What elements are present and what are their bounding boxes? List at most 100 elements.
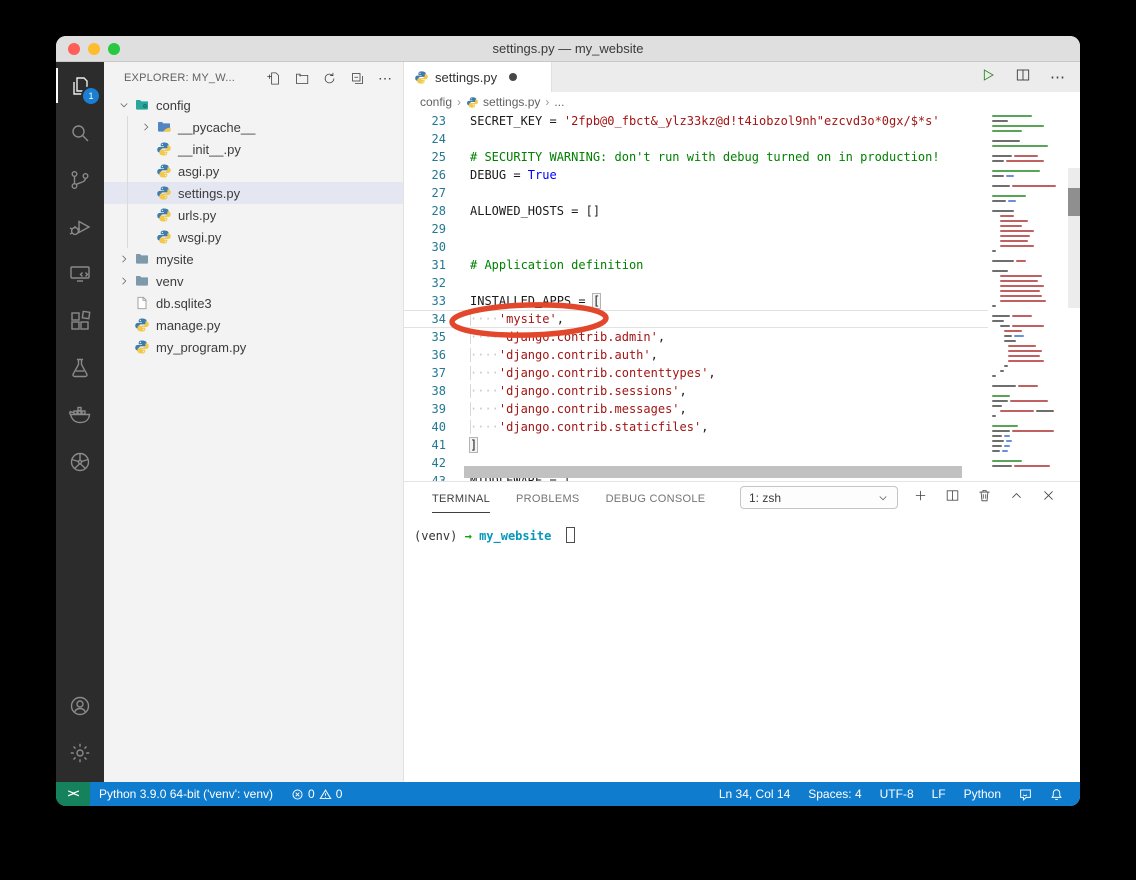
code-line-26[interactable]: 26DEBUG = True xyxy=(404,166,1080,184)
line-content: DEBUG = True xyxy=(470,168,557,182)
line-number: 24 xyxy=(404,130,470,148)
code-line-25[interactable]: 25# SECURITY WARNING: don't run with deb… xyxy=(404,148,1080,166)
tree-item-db-sqlite3[interactable]: db.sqlite3 xyxy=(104,292,403,314)
breadcrumb-separator: › xyxy=(545,95,549,109)
tree-item--init-py[interactable]: __init__.py xyxy=(104,138,403,160)
feedback-button[interactable] xyxy=(1010,788,1041,801)
extensions-icon xyxy=(68,309,92,333)
line-number: 33 xyxy=(404,292,470,310)
code-line-24[interactable]: 24 xyxy=(404,130,1080,148)
code-editor[interactable]: 23SECRET_KEY = '2fpb@0_fbct&_ylz33kz@d!t… xyxy=(404,112,1080,481)
terminal-shell-select[interactable]: 1: zsh xyxy=(740,486,898,509)
tree-item-mysite[interactable]: mysite xyxy=(104,248,403,270)
python-interpreter-status[interactable]: Python 3.9.0 64-bit ('venv': venv) xyxy=(90,787,282,801)
split-terminal-button[interactable] xyxy=(945,488,960,508)
line-content: # Application definition xyxy=(470,258,643,272)
tree-item-venv[interactable]: venv xyxy=(104,270,403,292)
status-spaces[interactable]: Spaces: 4 xyxy=(799,787,870,801)
code-line-27[interactable]: 27 xyxy=(404,184,1080,202)
breadcrumb-item[interactable]: ... xyxy=(554,95,564,109)
activity-manage[interactable] xyxy=(56,729,104,776)
activity-search[interactable] xyxy=(56,109,104,156)
explorer-more-actions-icon[interactable]: ⋯ xyxy=(378,73,393,83)
refresh-explorer-icon[interactable] xyxy=(322,71,337,86)
activity-account[interactable] xyxy=(56,682,104,729)
terminal-prompt[interactable]: (venv) → my_website xyxy=(414,527,1080,543)
minimap[interactable] xyxy=(988,112,1068,481)
panel-tab-problems[interactable]: PROBLEMS xyxy=(516,484,580,513)
run-python-file-button[interactable] xyxy=(980,67,996,88)
scrollbar-thumb[interactable] xyxy=(1068,188,1080,216)
tree-item-label: my_program.py xyxy=(156,340,246,355)
code-line-28[interactable]: 28ALLOWED_HOSTS = [] xyxy=(404,202,1080,220)
zoom-window-button[interactable] xyxy=(108,43,120,55)
breadcrumb-item[interactable]: config xyxy=(420,95,452,109)
collapse-folders-icon[interactable] xyxy=(350,71,365,86)
close-window-button[interactable] xyxy=(68,43,80,55)
activity-extensions[interactable] xyxy=(56,297,104,344)
activity-testing[interactable] xyxy=(56,344,104,391)
status-lf[interactable]: LF xyxy=(923,787,955,801)
tree-item-config[interactable]: config xyxy=(104,94,403,116)
python-icon xyxy=(156,229,172,245)
code-line-35[interactable]: 35····'django.contrib.admin', xyxy=(404,328,1080,346)
panel-tab-terminal[interactable]: TERMINAL xyxy=(432,484,490,513)
minimize-window-button[interactable] xyxy=(88,43,100,55)
tree-item-label: __init__.py xyxy=(178,142,241,157)
code-line-39[interactable]: 39····'django.contrib.messages', xyxy=(404,400,1080,418)
status-python[interactable]: Python xyxy=(955,787,1010,801)
activity-remote-explorer[interactable] xyxy=(56,250,104,297)
close-panel-button[interactable] xyxy=(1041,488,1056,508)
code-line-32[interactable]: 32 xyxy=(404,274,1080,292)
modified-dot-icon[interactable] xyxy=(509,73,517,81)
vertical-scrollbar[interactable] xyxy=(1068,112,1080,481)
folder-icon xyxy=(134,251,150,267)
chevron-spacer xyxy=(116,295,132,311)
breadcrumb-item[interactable]: settings.py xyxy=(466,95,540,109)
tree-item-manage-py[interactable]: manage.py xyxy=(104,314,403,336)
line-number: 23 xyxy=(404,112,470,130)
activity-docker[interactable] xyxy=(56,391,104,438)
code-line-41[interactable]: 41] xyxy=(404,436,1080,454)
code-line-40[interactable]: 40····'django.contrib.staticfiles', xyxy=(404,418,1080,436)
code-line-29[interactable]: 29 xyxy=(404,220,1080,238)
code-line-30[interactable]: 30 xyxy=(404,238,1080,256)
maximize-panel-button[interactable] xyxy=(1009,488,1024,508)
remote-indicator[interactable]: >< xyxy=(56,782,90,806)
code-line-33[interactable]: 33INSTALLED_APPS = [ xyxy=(404,292,1080,310)
tree-item-my-program-py[interactable]: my_program.py xyxy=(104,336,403,358)
tree-item--pycache-[interactable]: __pycache__ xyxy=(104,116,403,138)
activity-run-debug[interactable] xyxy=(56,203,104,250)
tab-settings-py[interactable]: settings.py xyxy=(404,62,552,92)
code-line-23[interactable]: 23SECRET_KEY = '2fpb@0_fbct&_ylz33kz@d!t… xyxy=(404,112,1080,130)
new-file-icon[interactable] xyxy=(266,71,281,86)
split-editor-button[interactable] xyxy=(1015,67,1031,88)
tree-item-wsgi-py[interactable]: wsgi.py xyxy=(104,226,403,248)
panel-tab-debug-console[interactable]: DEBUG CONSOLE xyxy=(606,484,706,513)
activity-source-control[interactable] xyxy=(56,156,104,203)
status-utf-8[interactable]: UTF-8 xyxy=(871,787,923,801)
code-line-37[interactable]: 37····'django.contrib.contenttypes', xyxy=(404,364,1080,382)
tree-item-label: mysite xyxy=(156,252,194,267)
code-line-31[interactable]: 31# Application definition xyxy=(404,256,1080,274)
search-icon xyxy=(68,121,92,145)
new-terminal-button[interactable] xyxy=(913,488,928,508)
activity-explorer[interactable]: 1 xyxy=(56,62,104,109)
code-line-36[interactable]: 36····'django.contrib.auth', xyxy=(404,346,1080,364)
horizontal-scrollbar[interactable] xyxy=(464,466,962,478)
code-line-38[interactable]: 38····'django.contrib.sessions', xyxy=(404,382,1080,400)
kill-terminal-button[interactable] xyxy=(977,488,992,508)
python-icon xyxy=(414,70,429,85)
status-ln[interactable]: Ln 34, Col 14 xyxy=(710,787,799,801)
chevron-spacer xyxy=(138,141,154,157)
tree-item-asgi-py[interactable]: asgi.py xyxy=(104,160,403,182)
code-line-34[interactable]: 34····'mysite', xyxy=(404,310,1080,328)
tree-item-label: settings.py xyxy=(178,186,240,201)
activity-kubernetes[interactable] xyxy=(56,438,104,485)
problems-status[interactable]: 0 0 xyxy=(282,787,351,801)
new-folder-icon[interactable] xyxy=(294,71,309,86)
editor-more-actions-icon[interactable]: ⋯ xyxy=(1050,68,1066,86)
tree-item-urls-py[interactable]: urls.py xyxy=(104,204,403,226)
notifications-button[interactable] xyxy=(1041,788,1072,801)
tree-item-settings-py[interactable]: settings.py xyxy=(104,182,403,204)
